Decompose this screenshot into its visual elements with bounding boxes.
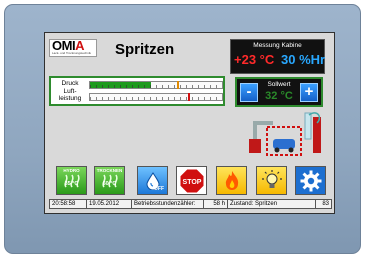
trocknen-button[interactable]: TROCKNEN 60 °C	[94, 166, 125, 195]
pressure-gauge-bar	[89, 81, 223, 89]
cabin-humidity: 30 %Hr	[281, 52, 326, 67]
page-title: Spritzen	[115, 41, 175, 58]
airflow-gauge-bar	[89, 93, 223, 101]
setpoint-increase-button[interactable]: +	[300, 83, 318, 102]
booth-exhaust-duct	[304, 112, 312, 140]
gear-icon	[300, 170, 321, 191]
setpoint-decrease-button[interactable]: -	[240, 83, 258, 102]
hydro-button[interactable]: HYDRO 35 °C	[56, 166, 87, 195]
status-bar: 20:58:58 19.05.2012 Betriebsstundenzähle…	[49, 199, 332, 209]
pressure-gauge-marker	[177, 81, 180, 89]
status-date: 19.05.2012	[87, 200, 132, 208]
cabin-measurement-panel: Messung Kabine +23 °C 30 %Hr	[230, 39, 325, 74]
status-hours-value: 58 h	[204, 200, 228, 208]
hmi-screen: OMIA Lack- und Trocknungstechnik Spritze…	[44, 32, 335, 214]
stop-label: STOP	[182, 179, 201, 186]
omia-logo: OMIA Lack- und Trocknungstechnik	[49, 38, 97, 57]
light-bulb-icon	[261, 169, 282, 188]
airflow-gauge-ticks	[90, 97, 222, 100]
trocknen-caption: TROCKNEN	[96, 168, 123, 173]
trocknen-temperature: 60 °C	[102, 181, 117, 187]
burner-button[interactable]	[216, 166, 247, 195]
setpoint-panel: - Sollwert 32 °C +	[235, 77, 323, 107]
hydro-caption: HYDRO	[63, 168, 80, 173]
airflow-label-line2: leistung	[58, 95, 82, 102]
booth-car-wheel-rear	[288, 147, 294, 153]
booth-pipe-top	[253, 121, 273, 125]
airflow-gauge-marker	[187, 93, 190, 101]
cabin-measurement-label: Messung Kabine	[253, 42, 302, 49]
pressure-gauge-ticks	[90, 85, 222, 88]
booth-heater-unit	[249, 139, 261, 153]
status-hours-label: Betriebsstundenzähler:	[132, 200, 204, 208]
water-button[interactable]: OFF	[137, 166, 168, 195]
status-state: Zustand: Spritzen	[228, 200, 316, 208]
gauge-panel: Druck Luft- leistung	[49, 76, 225, 106]
status-code: 83	[322, 201, 329, 207]
stop-sign-icon: STOP	[179, 168, 204, 193]
setpoint-label: Sollwert	[267, 81, 291, 88]
settings-button[interactable]	[295, 166, 326, 195]
cabin-temperature: +23 °C	[234, 52, 275, 67]
airflow-label-line1: Luft-	[63, 88, 77, 95]
spray-booth-illustration	[249, 112, 321, 156]
booth-car-icon	[273, 139, 295, 149]
logo-subtitle: Lack- und Trocknungstechnik	[52, 51, 92, 55]
pressure-label: Druck	[61, 80, 79, 87]
setpoint-value: 32 °C	[265, 90, 293, 102]
status-time: 20:58:58	[50, 200, 87, 208]
water-state: OFF	[154, 186, 164, 192]
flame-icon	[225, 170, 238, 190]
light-button[interactable]	[256, 166, 287, 195]
hydro-temperature: 35 °C	[64, 181, 79, 187]
stop-button[interactable]: STOP	[176, 166, 207, 195]
booth-car-wheel-front	[274, 147, 280, 153]
